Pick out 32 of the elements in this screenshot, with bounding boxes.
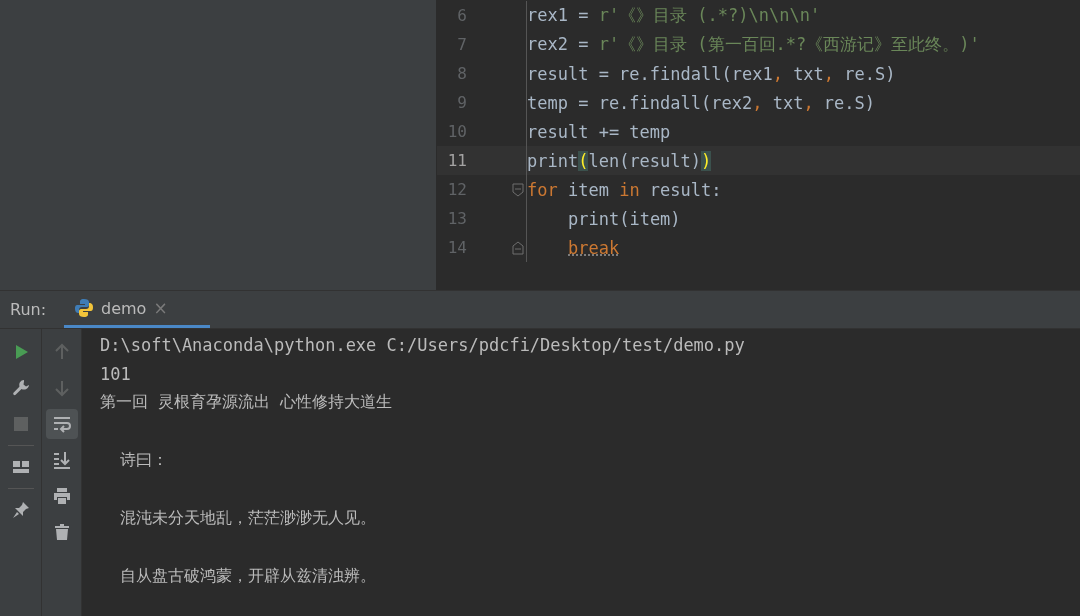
code-line: rex1 = r'《》目录 (.*?)\n\n\n' (527, 4, 821, 27)
line-number: 8 (456, 64, 467, 83)
line-number: 11 (446, 151, 467, 170)
code-line: result = re.findall(rex1, txt, re.S) (527, 63, 896, 84)
console-line: 101 (100, 362, 132, 386)
toolbar-button[interactable] (45, 409, 78, 439)
line-number: 13 (446, 209, 467, 228)
python-icon (74, 298, 94, 318)
soft-wrap-icon (51, 414, 72, 434)
console-line: D:\soft\Anaconda\python.exe C:/Users/pdcfi/Desktop/test/demo.py (100, 333, 746, 357)
scroll-to-end-icon (51, 450, 72, 470)
console-line: 自从盘古破鸿蒙，开辟从兹清浊辨。 (119, 565, 378, 587)
code-line: break (568, 237, 620, 258)
code-line: for item in result: (527, 179, 722, 200)
console-line: 诗曰： (119, 449, 170, 471)
line-number: 12 (446, 180, 467, 199)
console-line: 混沌未分天地乱，茫茫渺渺无人见。 (119, 507, 378, 529)
console-line: 第一回 灵根育孕源流出 心性修持大道生 (100, 391, 394, 413)
line-number: 6 (456, 6, 467, 25)
run-label: Run: (9, 300, 48, 319)
pin-icon (10, 500, 31, 520)
line-number: 7 (456, 35, 467, 54)
printer-icon (51, 486, 72, 506)
wrench-icon (10, 378, 31, 398)
code-line: result += temp (527, 121, 671, 142)
line-number: 10 (446, 122, 467, 141)
code-line: rex2 = r'《》目录 (第一百回.*?《西游记》至此终。)' (527, 33, 980, 56)
line-number: 9 (456, 93, 467, 112)
code-line: temp = re.findall(rex2, txt, re.S) (527, 92, 876, 113)
code-line: print(len(result)) (527, 150, 712, 171)
code-line: print(item) (568, 208, 681, 229)
line-number: 14 (446, 238, 467, 257)
